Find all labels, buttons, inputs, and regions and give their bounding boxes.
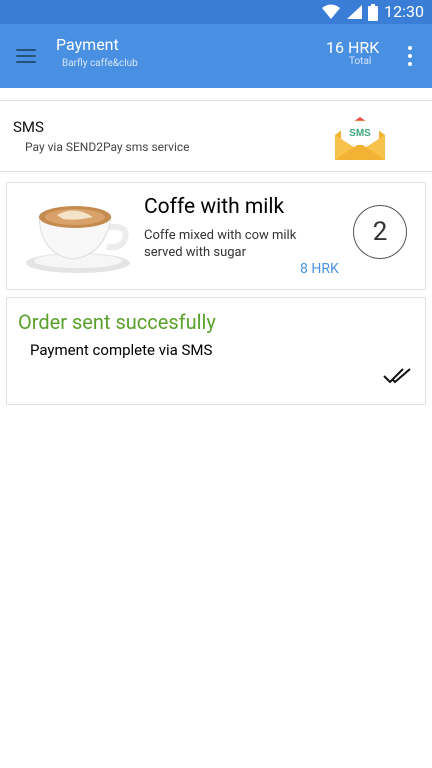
venue-subtitle: Barfly caffe&club: [62, 58, 138, 69]
svg-text:SMS: SMS: [349, 128, 371, 139]
order-status-title: Order sent succesfully: [18, 310, 216, 334]
order-item-card[interactable]: Coffe with milk Coffe mixed with cow mil…: [6, 182, 426, 290]
total-amount: 16 HRK: [326, 38, 380, 57]
item-description: Coffe mixed with cow milk served with su…: [144, 228, 297, 260]
payment-method-card[interactable]: SMS Pay via SEND2Pay sms service SMS: [0, 100, 432, 172]
status-bar: 12:30: [0, 0, 432, 24]
coffee-cup-image: [26, 206, 130, 273]
order-status-message: Payment complete via SMS: [30, 341, 213, 359]
total-label: Total: [349, 56, 372, 67]
sms-envelope-icon: SMS: [335, 117, 385, 160]
double-check-icon: [383, 368, 411, 384]
quantity-badge[interactable]: 2: [353, 205, 407, 259]
wifi-icon: [322, 4, 341, 19]
item-name: Coffe with milk: [144, 195, 285, 219]
order-status-card: Order sent succesfully Payment complete …: [6, 297, 426, 405]
payment-method-title: SMS: [13, 118, 44, 136]
hamburger-menu-icon[interactable]: [14, 44, 38, 68]
more-options-icon[interactable]: [404, 44, 416, 68]
page-title: Payment: [56, 35, 119, 54]
payment-method-description: Pay via SEND2Pay sms service: [25, 140, 190, 154]
clock: 12:30: [384, 2, 424, 21]
app-bar: Payment Barfly caffe&club 16 HRK Total: [0, 24, 432, 88]
status-icons: 12:30: [322, 2, 424, 22]
signal-icon: [347, 5, 363, 19]
battery-icon: [368, 3, 379, 21]
item-price: 8 HRK: [300, 261, 339, 277]
